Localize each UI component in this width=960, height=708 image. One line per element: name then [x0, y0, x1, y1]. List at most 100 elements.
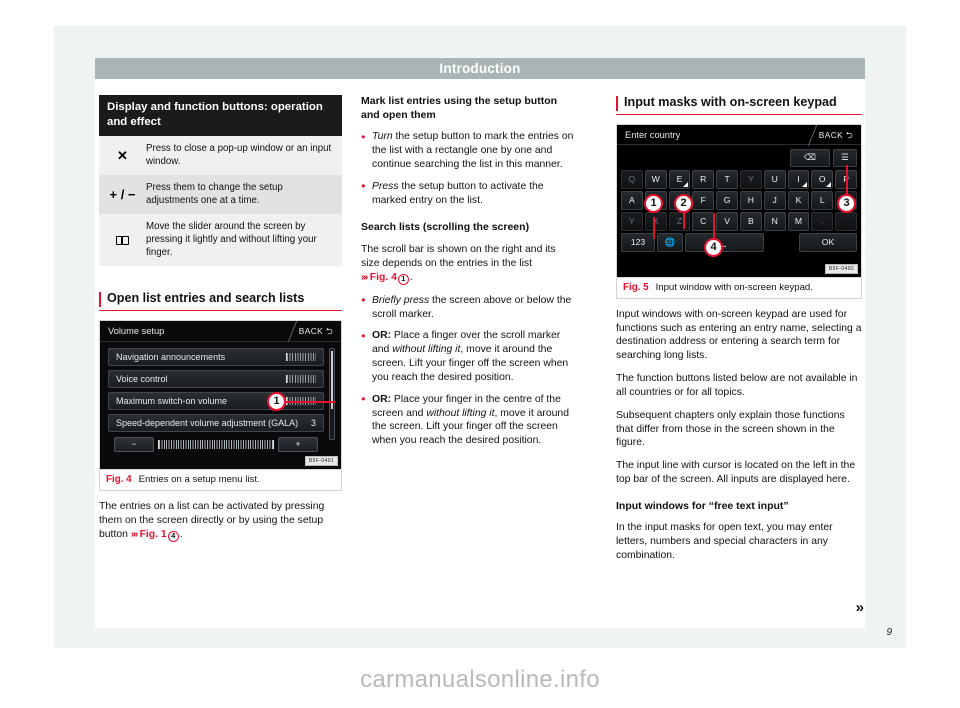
bullet-lead-italic: Press [372, 180, 399, 192]
list-item-value: 3 [310, 417, 316, 428]
paragraph-free-text-input: In the input masks for open text, you ma… [616, 522, 833, 562]
key-z[interactable]: Z [668, 211, 691, 231]
callout-3: 3 [837, 193, 856, 213]
callout-leader-line [653, 216, 655, 239]
key-l[interactable]: L [811, 190, 834, 210]
list-item-label: Navigation announcements [116, 351, 226, 362]
increase-button[interactable]: + [278, 436, 318, 452]
key-a[interactable]: A [621, 190, 643, 210]
key-e[interactable]: E [668, 169, 691, 189]
key-n[interactable]: N [763, 211, 786, 231]
slider-track[interactable] [158, 439, 274, 449]
key-c[interactable]: C [692, 211, 715, 231]
key-b[interactable]: B [739, 211, 762, 231]
callout-1: 1 [267, 391, 286, 411]
page-number: 9 [886, 627, 892, 638]
key-w[interactable]: W [644, 169, 667, 189]
key-m[interactable]: M [787, 211, 810, 231]
column-right: Input masks with on-screen keypad Enter … [616, 95, 862, 572]
key-v[interactable]: V [716, 211, 738, 231]
numeric-mode-button[interactable]: 123 [621, 232, 655, 252]
key-t[interactable]: T [716, 169, 738, 189]
key-blank[interactable] [835, 211, 857, 231]
continuation-arrow-icon: » [855, 599, 865, 616]
reference-arrows: ››› [130, 528, 138, 540]
key-h[interactable]: H [739, 190, 762, 210]
key-period[interactable]: . [811, 211, 834, 231]
mmi-screen-title: Volume setup [108, 325, 165, 336]
mmi-back-button[interactable]: BACK ⮌ [299, 326, 333, 340]
callout-leader-line [683, 212, 685, 229]
figure-reference: Fig. 1 [139, 528, 167, 540]
watermark: carmanualsonline.info [360, 666, 600, 693]
inline-callout-number: 1 [397, 273, 409, 285]
keypad-back-button[interactable]: BACK ⮌ [819, 130, 853, 144]
key-q[interactable]: Q [621, 169, 643, 189]
section-heading-open-lists: Open list entries and search lists [99, 291, 342, 311]
subheading-search-lists: Search lists (scrolling the screen) [361, 221, 530, 234]
keypad-row-1: Q W E R T Y U I O P [621, 169, 857, 189]
image-code: B5F-0492 [824, 263, 858, 274]
figure-5-caption: Fig. 5 Input window with on-screen keypa… [616, 277, 862, 299]
list-item[interactable]: Navigation announcements [108, 347, 324, 366]
callout-leader-line [846, 164, 848, 195]
list-menu-icon[interactable]: ☰ [833, 148, 857, 167]
key-j[interactable]: J [763, 190, 786, 210]
scrollbar[interactable] [329, 347, 335, 440]
key-g[interactable]: G [716, 190, 738, 210]
key-r[interactable]: R [692, 169, 715, 189]
mmi-notch-divider [266, 320, 298, 342]
figure-reference: Fig. 4 [369, 271, 397, 283]
table-cell-text: Move the slider around the screen by pre… [146, 214, 342, 267]
table-heading: Display and function buttons: operation … [99, 95, 342, 137]
key-o[interactable]: O [811, 169, 834, 189]
keypad-top-bar: Enter country BACK ⮌ [617, 124, 861, 146]
bullet-text: the setup button to mark the entries on … [372, 131, 574, 170]
bullet-lead-italic: Turn [372, 131, 393, 143]
figure-5-image: Enter country BACK ⮌ ⌫ ☰ Q W E R T Y U I… [616, 123, 862, 278]
open-lists-paragraph: The entries on a list can be activated b… [99, 500, 325, 542]
key-k[interactable]: K [787, 190, 810, 210]
figure-4-caption: Fig. 4 Entries on a setup menu list. [99, 469, 342, 491]
backspace-icon[interactable]: ⌫ [790, 148, 830, 167]
column-middle: Mark list entries using the setup button… [361, 95, 575, 456]
key-i[interactable]: I [787, 169, 810, 189]
list-item[interactable]: Speed-dependent volume adjustment (GALA)… [108, 413, 324, 432]
space-key[interactable]: ⎵ [685, 232, 764, 252]
bullet-briefly-press: Briefly press the screen above or below … [361, 293, 575, 322]
list-item[interactable]: Voice control [108, 369, 324, 388]
keypad-screen-title: Enter country [625, 129, 681, 140]
paragraph-input-line-cursor: The input line with cursor is located on… [616, 460, 856, 486]
figure-number: Fig. 4 [106, 473, 132, 485]
level-bar-icon [286, 352, 316, 361]
long-press-indicator-icon [683, 181, 689, 187]
bullet-press-setup-button: Press the setup button to activate the m… [361, 179, 575, 208]
key-f[interactable]: F [692, 190, 715, 210]
key-u[interactable]: U [763, 169, 786, 189]
table-cell-text: Press them to change the setup adjustmen… [146, 175, 342, 215]
table-row: Move the slider around the screen by pre… [99, 214, 342, 267]
paragraph-input-windows-use: Input windows with on-screen keypad are … [616, 308, 862, 362]
ok-button[interactable]: OK [799, 232, 857, 252]
scroll-bar-paragraph: The scroll bar is shown on the right and… [361, 244, 556, 285]
subheading-free-text-input: Input windows for “free text input” [616, 499, 789, 512]
key-y[interactable]: Y [739, 169, 762, 189]
key-y-alt[interactable]: Y [621, 211, 643, 231]
figure-4: Volume setup BACK ⮌ Navigation announcem… [99, 319, 342, 491]
key-x[interactable]: X [644, 211, 667, 231]
table-row: ✕ Press to close a pop-up window or an i… [99, 136, 342, 176]
paragraph-function-buttons-availability: The function buttons listed below are no… [616, 373, 858, 398]
figure-caption-text: Entries on a setup menu list. [138, 473, 260, 485]
volume-slider-row[interactable]: − + [108, 436, 324, 453]
globe-icon[interactable]: 🌐 [657, 232, 683, 252]
decrease-button[interactable]: − [114, 436, 154, 452]
page-sheet: Introduction Display and function button… [54, 26, 906, 648]
display-function-buttons-table: Display and function buttons: operation … [99, 95, 342, 267]
callout-1: 1 [644, 193, 663, 213]
running-header-title: Introduction [439, 61, 521, 76]
list-item-label: Speed-dependent volume adjustment (GALA) [116, 417, 299, 428]
inline-callout-number: 4 [167, 530, 179, 542]
keypad-row-3: Y X Z C V B N M . [621, 211, 857, 231]
bullet-turn-setup-button: Turn the setup button to mark the entrie… [361, 130, 575, 171]
long-press-indicator-icon [802, 181, 808, 187]
